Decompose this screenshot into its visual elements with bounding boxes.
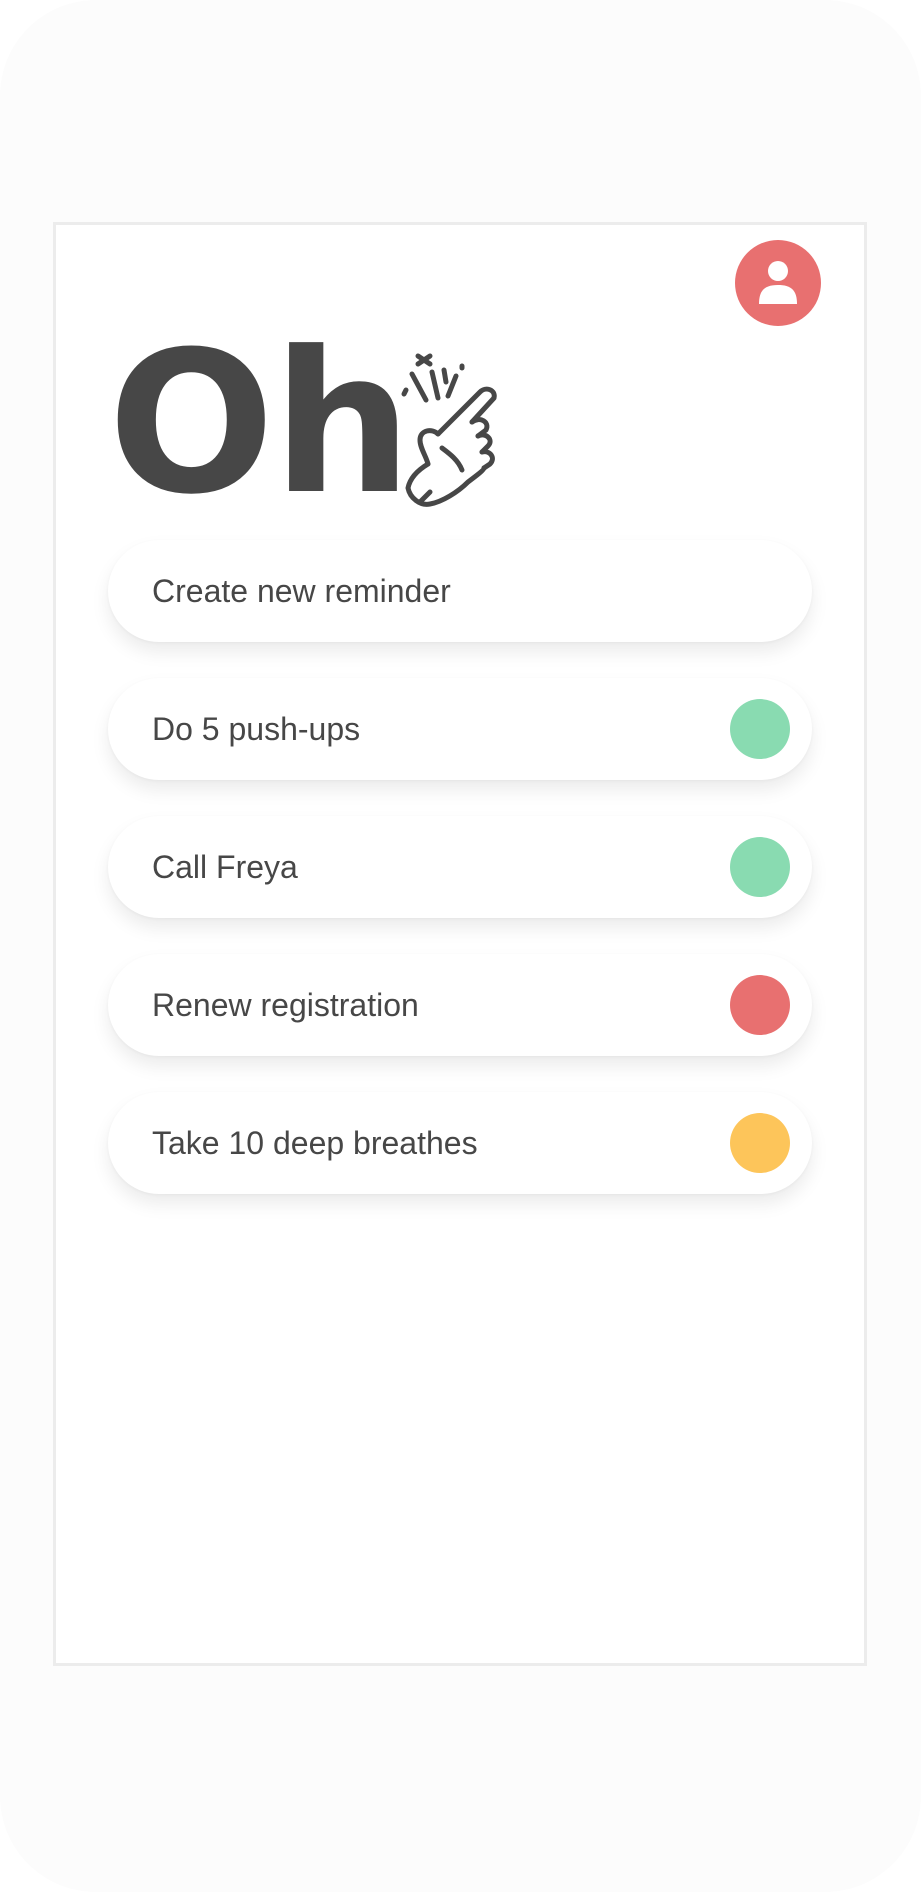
finger-snap-icon	[401, 353, 497, 507]
reminder-item[interactable]: Call Freya	[108, 816, 812, 918]
create-reminder-label: Create new reminder	[152, 573, 451, 609]
status-dot	[730, 699, 790, 759]
status-dot	[730, 837, 790, 897]
reminder-list: Create new reminder Do 5 push-ups Call F…	[108, 540, 812, 1230]
page-title: Oh	[108, 310, 412, 538]
status-dot	[730, 1113, 790, 1173]
reminder-item[interactable]: Renew registration	[108, 954, 812, 1056]
reminder-item[interactable]: Do 5 push-ups	[108, 678, 812, 780]
reminder-label: Call Freya	[152, 849, 298, 885]
create-reminder-button[interactable]: Create new reminder	[108, 540, 812, 642]
hero: Oh	[108, 310, 412, 538]
reminder-label: Take 10 deep breathes	[152, 1125, 478, 1161]
profile-button[interactable]	[735, 240, 821, 326]
user-icon	[759, 261, 797, 304]
reminder-label: Renew registration	[152, 987, 419, 1023]
status-dot	[730, 975, 790, 1035]
reminder-label: Do 5 push-ups	[152, 711, 361, 747]
reminder-item[interactable]: Take 10 deep breathes	[108, 1092, 812, 1194]
